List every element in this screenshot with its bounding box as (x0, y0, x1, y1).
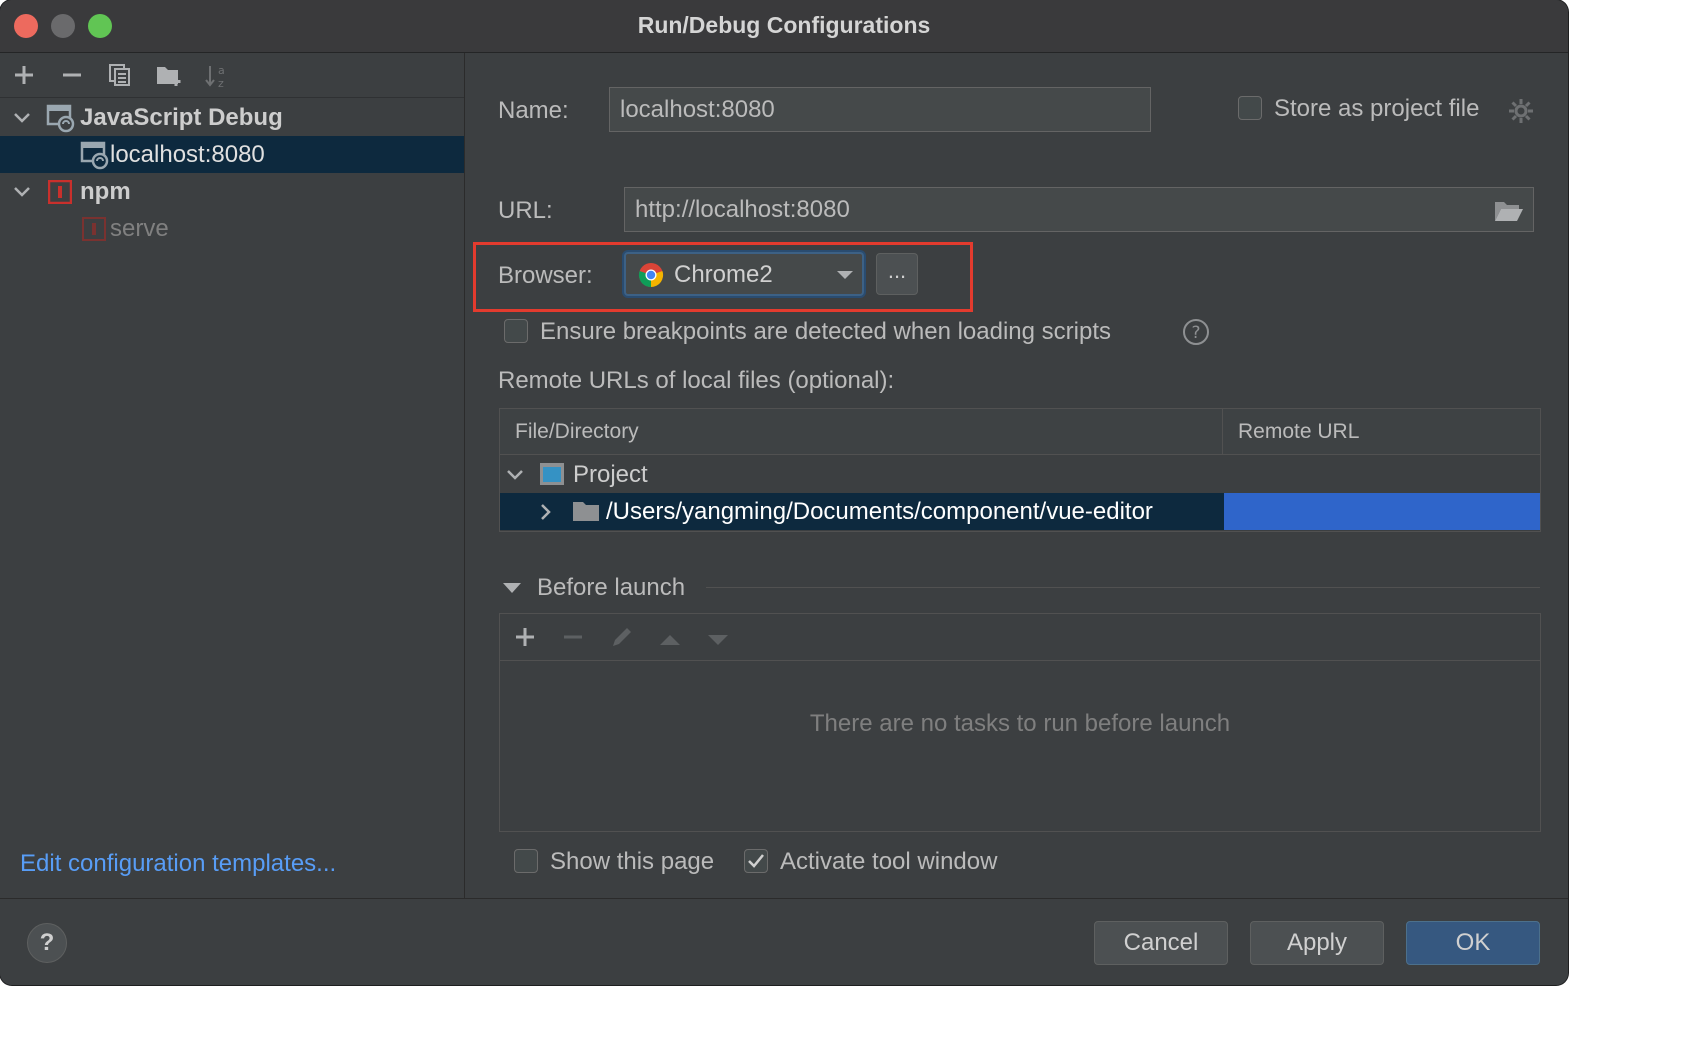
store-as-project-file-checkbox[interactable] (1238, 96, 1262, 120)
gear-icon[interactable] (1508, 98, 1534, 124)
remove-icon[interactable] (60, 63, 84, 87)
name-label-text: Name: (498, 97, 569, 124)
chevron-down-icon[interactable] (12, 182, 32, 202)
table-header: File/Directory Remote URL (500, 409, 1540, 455)
table-row-project[interactable]: Project (500, 456, 1540, 493)
tree-item-serve[interactable]: serve (0, 210, 464, 247)
run-debug-dialog: Run/Debug Configurations az JavaScript D… (0, 0, 1568, 985)
sidebar-toolbar: az (0, 53, 464, 98)
configuration-form: Name: localhost:8080 Store as project fi… (466, 53, 1568, 898)
remote-urls-label: Remote URLs of local files (optional): (498, 367, 895, 394)
add-icon[interactable] (514, 622, 536, 655)
npm-icon (82, 217, 106, 241)
remote-urls-table: File/Directory Remote URL Project /Users… (499, 408, 1541, 532)
url-label: URL: (498, 197, 553, 224)
browser-select[interactable]: Chrome2 (624, 252, 864, 296)
browser-label: Browser: (498, 262, 593, 289)
svg-text:z: z (218, 77, 224, 89)
tree-item-localhost-8080[interactable]: localhost:8080 (0, 136, 464, 173)
before-launch-empty-message: There are no tasks to run before launch (809, 710, 1231, 737)
svg-text:a: a (218, 64, 225, 77)
tree-group-label: npm (80, 178, 131, 205)
move-down-icon[interactable] (706, 622, 730, 654)
checkmark-icon (748, 854, 764, 868)
folder-open-icon[interactable] (1494, 199, 1524, 223)
ensure-breakpoints-checkbox[interactable] (504, 319, 528, 343)
before-launch-toolbar (500, 614, 1540, 661)
chevron-right-icon[interactable] (536, 502, 556, 522)
tree-item-label: localhost:8080 (110, 141, 265, 168)
javascript-debug-icon (46, 104, 75, 133)
column-divider[interactable] (1222, 409, 1223, 454)
column-header-remote-url[interactable]: Remote URL (1238, 420, 1359, 444)
store-as-project-file-label[interactable]: Store as project file (1274, 95, 1479, 123)
tree-group-label: JavaScript Debug (80, 104, 283, 131)
tree-group-javascript-debug[interactable]: JavaScript Debug (0, 99, 464, 136)
browser-settings-button[interactable]: ... (876, 253, 918, 295)
cancel-button[interactable]: Cancel (1094, 921, 1228, 965)
remove-icon[interactable] (562, 622, 584, 655)
help-button[interactable]: ? (27, 923, 67, 963)
table-row-folder[interactable]: /Users/yangming/Documents/component/vue-… (500, 493, 1540, 530)
section-divider (706, 587, 1540, 588)
dropdown-arrow-icon (837, 271, 853, 279)
window-title: Run/Debug Configurations (637, 12, 931, 38)
chevron-down-icon[interactable] (505, 465, 525, 485)
edit-icon[interactable] (610, 622, 634, 656)
before-launch-title[interactable]: Before launch (537, 574, 685, 602)
table-row-label: /Users/yangming/Documents/component/vue-… (606, 498, 1153, 525)
collapse-triangle-icon[interactable] (502, 581, 522, 595)
edit-configuration-templates-link[interactable]: Edit configuration templates... (20, 850, 336, 878)
apply-button[interactable]: Apply (1250, 921, 1384, 965)
javascript-debug-icon (80, 141, 109, 170)
ensure-breakpoints-label[interactable]: Ensure breakpoints are detected when loa… (540, 318, 1111, 346)
name-label: Name: (498, 97, 569, 125)
folder-icon (573, 502, 599, 521)
tree-item-label: serve (110, 215, 169, 242)
column-header-file-directory[interactable]: File/Directory (515, 420, 639, 444)
configurations-sidebar: az JavaScript Debug localhost:8080 npm s… (0, 53, 465, 898)
tree-group-npm[interactable]: npm (0, 173, 464, 210)
npm-icon (48, 180, 72, 204)
dialog-button-bar: ? Cancel Apply OK (0, 898, 1568, 985)
add-icon[interactable] (12, 63, 36, 87)
url-field[interactable]: http://localhost:8080 (624, 187, 1534, 232)
ok-button[interactable]: OK (1406, 921, 1540, 965)
activate-tool-window-label[interactable]: Activate tool window (780, 848, 997, 876)
before-launch-panel: There are no tasks to run before launch (499, 613, 1541, 832)
project-icon (540, 463, 564, 485)
activate-tool-window-checkbox[interactable] (744, 849, 768, 873)
table-row-label: Project (573, 461, 648, 488)
move-up-icon[interactable] (658, 622, 682, 654)
sort-alpha-icon[interactable]: az (204, 63, 228, 90)
show-this-page-checkbox[interactable] (514, 849, 538, 873)
chevron-down-icon[interactable] (12, 108, 32, 128)
name-field[interactable]: localhost:8080 (609, 87, 1151, 132)
folder-add-icon[interactable] (156, 63, 181, 87)
browser-select-value: Chrome2 (674, 261, 773, 288)
svg-text:?: ? (1191, 323, 1200, 343)
copy-icon[interactable] (108, 63, 132, 87)
chrome-icon (638, 263, 664, 288)
show-this-page-label[interactable]: Show this page (550, 848, 714, 876)
remote-url-cell[interactable] (1224, 493, 1540, 530)
help-circle-icon[interactable]: ? (1182, 318, 1210, 346)
title-bar: Run/Debug Configurations (0, 0, 1568, 53)
